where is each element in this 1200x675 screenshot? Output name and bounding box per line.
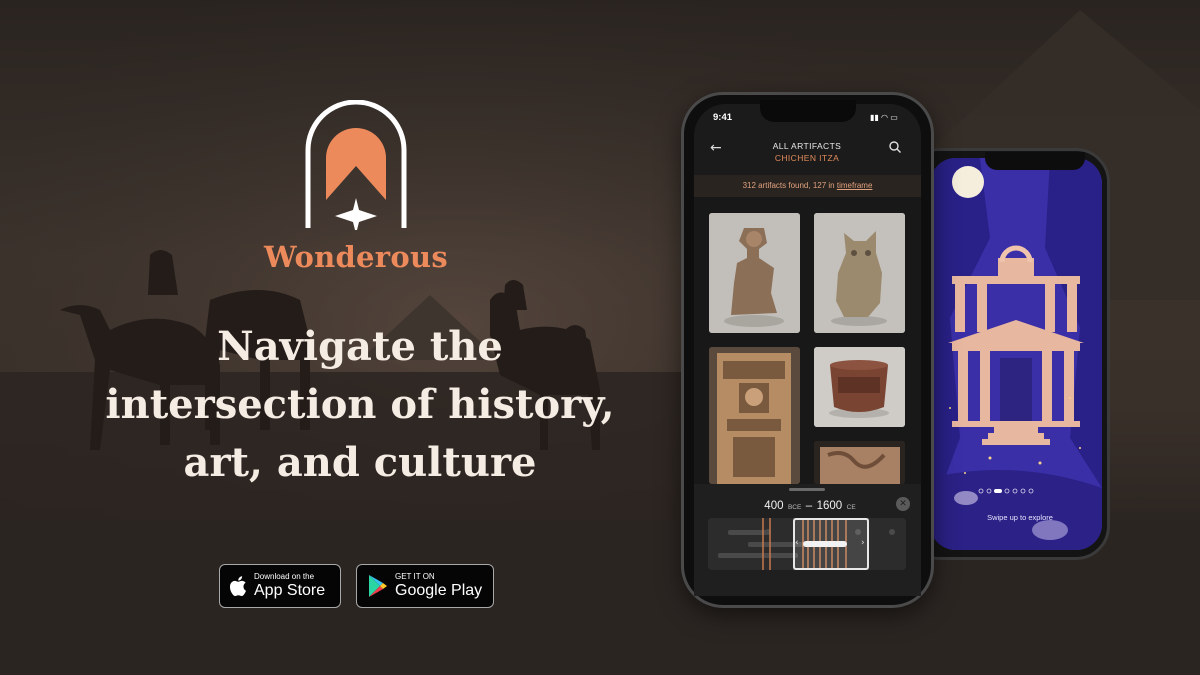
google-play-badge[interactable]: GET IT ON Google Play <box>356 564 494 608</box>
app-store-big-text: App Store <box>254 582 326 599</box>
artifact-relief-image <box>814 441 905 484</box>
google-play-big-text: Google Play <box>395 582 483 599</box>
panel-drag-handle[interactable] <box>789 488 825 491</box>
search-icon[interactable] <box>888 140 902 154</box>
wonderous-logo <box>305 100 407 230</box>
artifact-stela-image <box>709 347 800 484</box>
artifact-card[interactable] <box>814 213 905 333</box>
brand-name: Wonderous <box>263 240 449 274</box>
artifact-card[interactable] <box>709 347 800 484</box>
app-store-small-text: Download on the <box>254 572 315 581</box>
wifi-icon: ◠ <box>881 113 889 122</box>
chevron-right-icon[interactable]: › <box>861 538 865 548</box>
back-phone-screen <box>930 158 1102 550</box>
signal-icon: ▮▮ <box>870 113 879 122</box>
artifact-card[interactable] <box>709 213 800 333</box>
apple-icon <box>230 576 246 596</box>
close-icon[interactable]: ✕ <box>896 497 910 511</box>
timeframe-link[interactable]: timeframe <box>837 181 873 190</box>
headline-line-1: Navigate the <box>217 323 503 370</box>
page-title: ALL ARTIFACTS <box>772 141 842 151</box>
google-play-icon <box>369 575 387 597</box>
logo-mountain <box>326 128 386 200</box>
swipe-up-text: Swipe up to explore <box>987 513 1053 522</box>
range-end-value: 1600 <box>816 500 843 512</box>
front-phone-notch <box>760 100 856 122</box>
range-end-era: CE <box>846 504 856 511</box>
artifact-bowl-image <box>814 347 905 427</box>
range-start-era: BCE <box>787 504 802 511</box>
artifact-vessel-image <box>814 213 905 333</box>
hero-headline: Navigate the intersection of history, ar… <box>60 318 660 492</box>
results-count-text: 312 artifacts found, 127 in <box>742 181 837 190</box>
back-phone-notch <box>985 152 1085 170</box>
headline-line-2: intersection of history, <box>105 381 615 428</box>
results-count: 312 artifacts found, 127 in timeframe <box>694 181 921 190</box>
status-icons: ▮▮ ◠ ▭ <box>870 113 898 122</box>
range-separator: – <box>805 500 813 512</box>
page-subtitle: CHICHEN ITZA <box>774 153 840 163</box>
artifact-card[interactable] <box>814 347 905 427</box>
timeline-range: 400 BCE – 1600 CE <box>740 496 880 514</box>
battery-icon: ▭ <box>890 113 898 122</box>
google-play-small-text: GET IT ON <box>395 572 435 581</box>
app-store-badge[interactable]: Download on the App Store <box>219 564 341 608</box>
status-time: 9:41 <box>713 112 733 123</box>
petra-illustration <box>930 158 1102 550</box>
logo-star <box>335 198 377 230</box>
range-start-value: 400 <box>764 500 784 512</box>
chevron-left-icon[interactable]: ‹ <box>795 538 799 548</box>
timeline-range-handle[interactable] <box>793 518 869 570</box>
headline-line-3: art, and culture <box>183 439 537 486</box>
artifact-figure-image <box>709 213 800 333</box>
artifact-card[interactable] <box>814 441 905 484</box>
back-arrow-icon[interactable]: ← <box>710 140 722 156</box>
